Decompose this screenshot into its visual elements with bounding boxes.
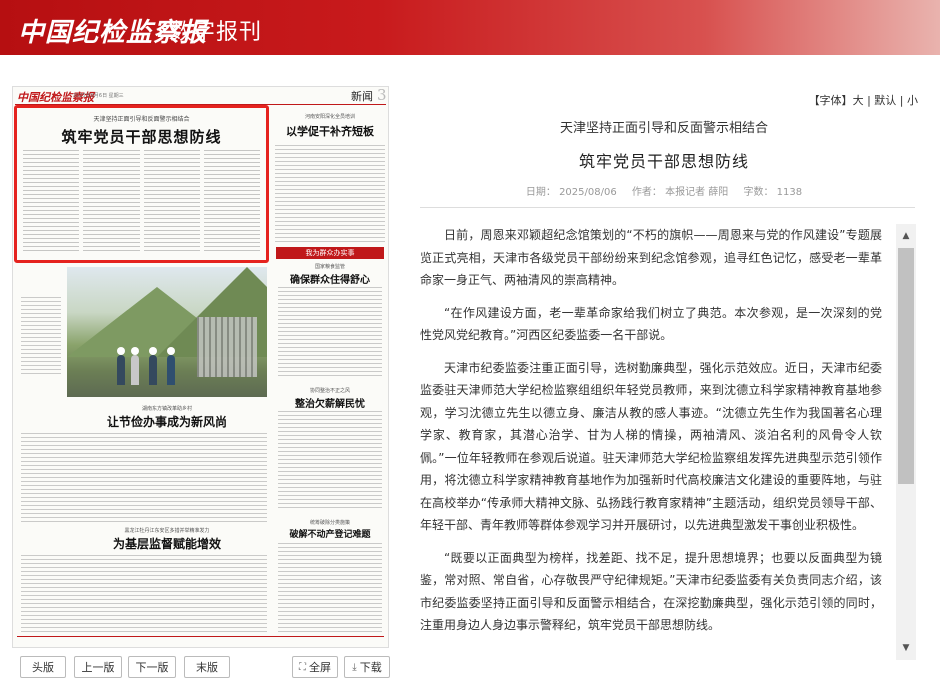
fullscreen-label: 全屏	[309, 661, 331, 674]
sec5-kicker: 统筹破除分类施策	[309, 520, 350, 526]
sec1-text	[278, 287, 382, 377]
paper-section-name: 新闻	[351, 90, 373, 103]
article-word-count: 字数： 1138	[743, 187, 803, 198]
sec4-kicker: 黑龙江牡丹江东安区多措并举精准发力	[124, 528, 210, 534]
scroll-down-arrow-icon[interactable]: ▼	[896, 640, 916, 656]
sec1-kicker: 国家粮食监管	[314, 264, 345, 270]
highlight-title: 筑牢党员干部思想防线	[61, 128, 222, 146]
article-body[interactable]: 日前，周恩来邓颖超纪念馆策划的“不朽的旗帜——周恩来与党的作风建设”专题展览正式…	[420, 224, 882, 654]
sec5-text	[278, 543, 382, 635]
sec4-title[interactable]: 为基层监督赋能增效	[67, 535, 267, 552]
fullscreen-icon: ⛶	[299, 661, 306, 673]
scrollbar-thumb[interactable]	[898, 248, 914, 484]
sec2-title[interactable]: 让节俭办事成为新风尚	[67, 413, 267, 430]
last-page-button[interactable]: 末版	[184, 656, 230, 678]
sec3-kicker: 协同整治不正之风	[309, 388, 350, 394]
font-size-default[interactable]: 默认	[874, 94, 896, 107]
paper-date-line: 2025年8月6日 星期三	[73, 93, 124, 99]
column-banner: 我为群众办实事	[276, 247, 384, 259]
article-paragraph: “在作风建设方面，老一辈革命家给我们树立了典范。本次参观，是一次深刻的党性党风党…	[420, 305, 882, 343]
first-page-button[interactable]: 头版	[20, 656, 66, 678]
right-article-text	[275, 145, 385, 245]
sec4-text	[21, 555, 267, 635]
paper-article-right[interactable]: 河南安阳深化全员培训 以学促干补齐短板	[275, 109, 385, 245]
sec3-title[interactable]: 整治欠薪解民忧	[276, 395, 384, 410]
newspaper-page[interactable]: 中国纪检监察报 2025年8月6日 星期三 新闻 3 天津坚持正面引导和反面警示…	[12, 86, 389, 648]
prev-page-button[interactable]: 上一版	[74, 656, 122, 678]
font-size-label: 【字体】	[808, 94, 853, 107]
font-size-small[interactable]: 小	[907, 94, 918, 107]
selected-article-highlight[interactable]: 天津坚持正面引导和反面警示相结合 筑牢党员干部思想防线	[14, 105, 269, 263]
photo-caption	[21, 297, 61, 377]
article-scrollbar[interactable]: ▲ ▼	[896, 224, 916, 660]
scroll-up-arrow-icon[interactable]: ▲	[896, 228, 916, 244]
next-page-button[interactable]: 下一版	[128, 656, 176, 678]
site-header: 中国纪检监察报 数字报刊	[0, 0, 940, 55]
font-size-separator: |	[867, 94, 871, 107]
font-size-switch: 【字体】大 | 默认 | 小	[809, 92, 918, 108]
article-author: 作者： 本报记者 薛阳	[631, 187, 729, 198]
download-button[interactable]: ⤓ 下载	[344, 656, 390, 678]
sec3-text	[278, 411, 382, 511]
highlight-kicker: 天津坚持正面引导和反面警示相结合	[93, 116, 190, 123]
article-title: 筑牢党员干部思想防线	[578, 152, 749, 171]
right-article-title: 以学促干补齐短板	[286, 125, 374, 138]
fullscreen-button[interactable]: ⛶ 全屏	[292, 656, 338, 678]
article-divider	[420, 207, 915, 208]
sec2-text	[21, 433, 267, 523]
right-article-kicker: 河南安阳深化全员培训	[304, 114, 355, 120]
highlight-text-columns	[23, 150, 260, 254]
download-icon: ⤓	[352, 661, 357, 673]
sec1-title[interactable]: 确保群众住得舒心	[276, 271, 384, 286]
site-subtitle: 数字报刊	[170, 20, 263, 45]
font-size-separator: |	[899, 94, 904, 107]
download-label: 下载	[359, 661, 382, 674]
sec2-kicker: 湖南东方镇改革助乡村	[141, 406, 192, 412]
paper-page-number: 3	[377, 86, 387, 104]
article-paragraph: “既要以正面典型为榜样，找差距、找不足，提升思想境界；也要以反面典型为镜鉴，常对…	[420, 550, 882, 633]
paper-footer-rule	[17, 636, 384, 637]
article-paragraph: 日前，周恩来邓颖超纪念馆策划的“不朽的旗帜——周恩来与党的作风建设”专题展览正式…	[420, 228, 882, 287]
article-paragraph: 天津市纪委监委注重正面引导，选树勤廉典型，强化示范效应。近日，天津市纪委监委驻天…	[420, 360, 882, 533]
news-photo[interactable]	[67, 267, 267, 397]
font-size-large[interactable]: 大	[853, 94, 864, 107]
article-meta: 日期： 2025/08/06 作者： 本报记者 薛阳 字数： 1138	[408, 183, 920, 198]
article-kicker: 天津坚持正面引导和反面警示相结合	[559, 121, 768, 136]
article-date: 日期： 2025/08/06	[525, 187, 617, 198]
sec5-title[interactable]: 破解不动产登记难题	[276, 527, 384, 540]
